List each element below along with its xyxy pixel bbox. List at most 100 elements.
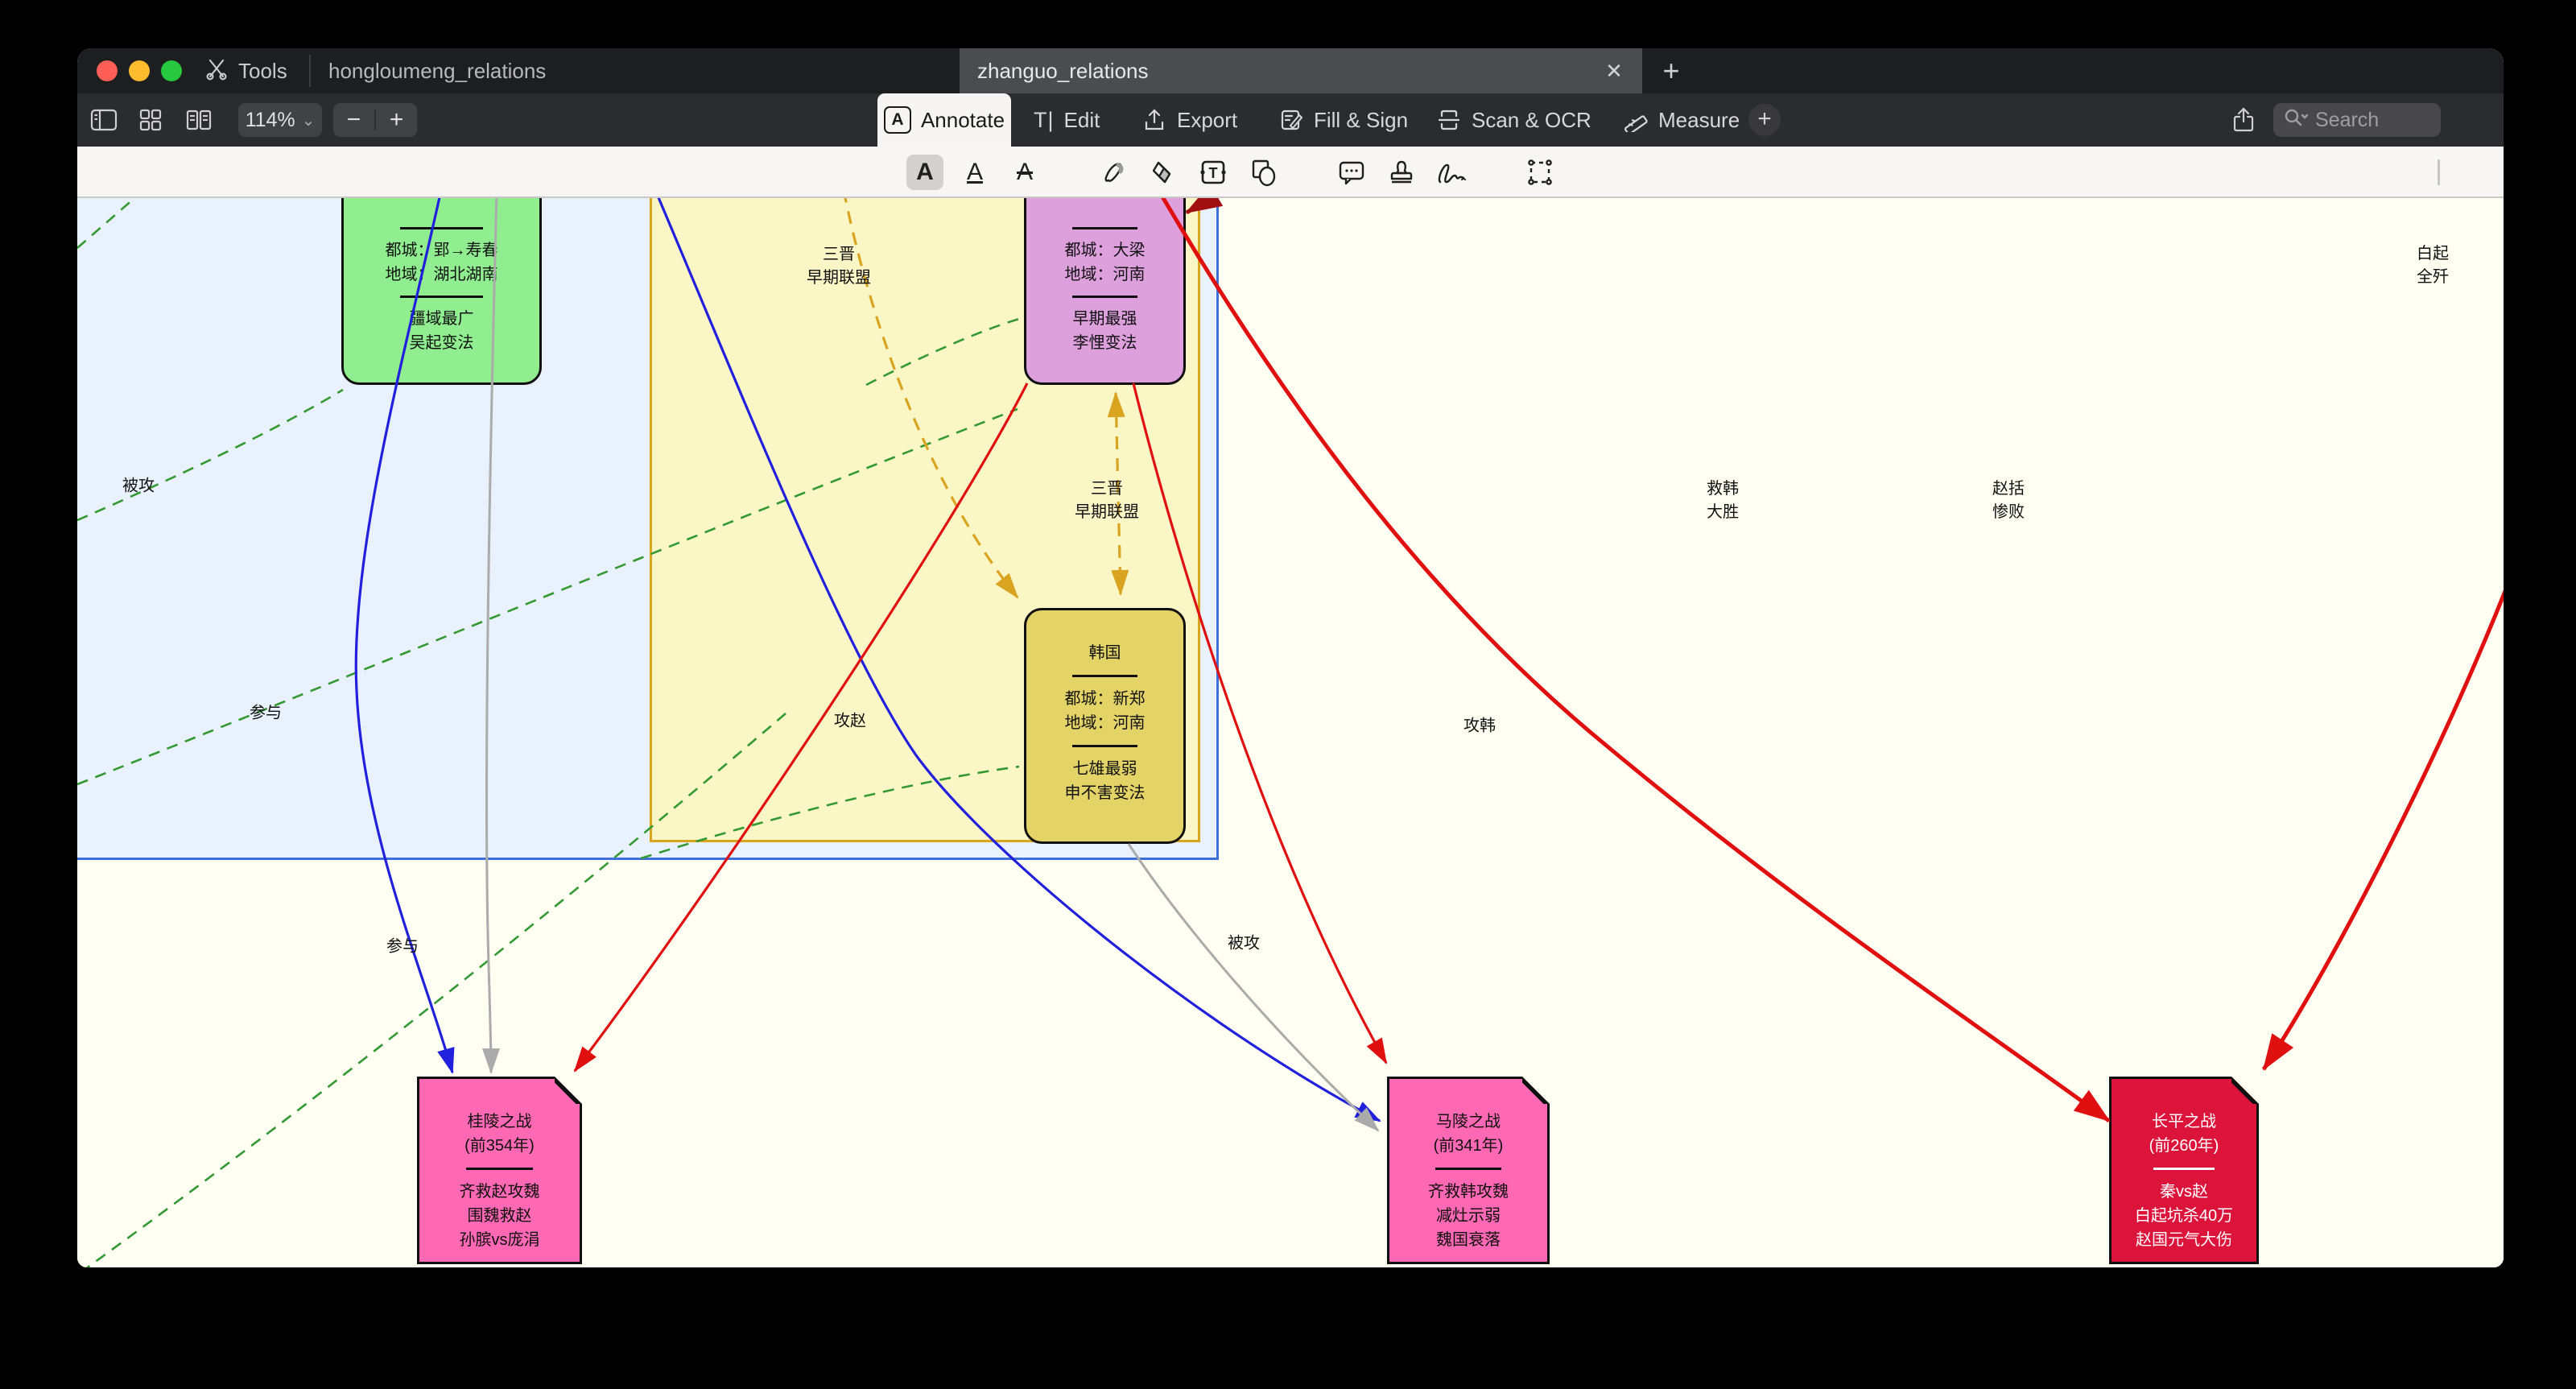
tab-zhanguo[interactable]: zhanguo_relations ✕	[960, 48, 1642, 93]
tab-fill-sign[interactable]: Fill & Sign	[1278, 93, 1408, 147]
main-toolbar: 114% ⌄ − + A Annotate T| Edit Export Fil…	[77, 93, 2504, 147]
new-tab-button[interactable]: +	[1653, 53, 1689, 89]
two-pages-view-button[interactable]	[184, 105, 214, 135]
signature-icon[interactable]	[1433, 155, 1470, 190]
node-divider	[400, 227, 483, 229]
node-year: (前260年)	[2149, 1137, 2219, 1155]
search-input[interactable]: Search	[2273, 103, 2441, 137]
zoom-level-select[interactable]: 114% ⌄	[238, 103, 322, 137]
node-year: (前341年)	[1433, 1137, 1504, 1155]
node-divider	[400, 296, 483, 298]
text-box-icon[interactable]: T	[1195, 155, 1232, 190]
share-button[interactable]	[2228, 105, 2259, 135]
document-canvas: 都城：郢→寿春 地域：湖北湖南 疆域最广 吴起变法 都城：大梁 地域：河南 早期…	[77, 198, 2504, 1267]
underline-button[interactable]: A	[956, 155, 993, 190]
node-row: 早期最强	[1072, 310, 1137, 328]
tab-bar: Tools hongloumeng_relations zhanguo_rela…	[77, 48, 2504, 93]
node-row: 都城：郢→寿春	[385, 242, 498, 259]
node-row: 地域：河南	[1064, 266, 1146, 283]
text-style-button[interactable]: A	[906, 155, 943, 190]
annotate-icon: A	[883, 106, 911, 134]
close-window-button[interactable]	[97, 60, 118, 81]
note-fold-corner	[2231, 1077, 2259, 1104]
node-divider	[1071, 227, 1138, 229]
tab-measure[interactable]: Measure	[1623, 93, 1740, 147]
node-row: 围魏救赵	[467, 1207, 532, 1225]
node-changping-battle: 长平之战 (前260年) 秦vs赵 白起坑杀40万 赵国元气大伤	[2109, 1077, 2259, 1264]
close-tab-icon[interactable]: ✕	[1600, 57, 1628, 85]
thumbnail-grid-button[interactable]	[135, 105, 166, 135]
strikethrough-button[interactable]: A	[1006, 155, 1043, 190]
node-maling-battle: 马陵之战 (前341年) 齐救韩攻魏 减灶示弱 魏国衰落	[1387, 1077, 1550, 1264]
node-row: 齐救赵攻魏	[459, 1183, 540, 1201]
tabbar-divider	[309, 55, 311, 87]
edge-red-thick	[1161, 198, 2504, 1123]
node-row: 都城：新郑	[1064, 690, 1146, 708]
tools-icon	[204, 56, 229, 86]
edge-label-beigong-bottom: 被攻	[1228, 934, 1260, 953]
eraser-icon[interactable]	[1145, 155, 1182, 190]
node-year: (前354年)	[464, 1137, 535, 1155]
node-row: 白起坑杀40万	[2134, 1207, 2234, 1225]
edge-label-sanjin-2: 三晋 早期联盟	[1075, 480, 1139, 521]
selection-icon[interactable]	[1521, 155, 1558, 190]
svg-text:T: T	[1209, 165, 1218, 181]
shapes-icon[interactable]	[1245, 155, 1282, 190]
scan-ocr-label: Scan & OCR	[1472, 107, 1591, 132]
tab-annotate[interactable]: A Annotate	[877, 93, 1011, 147]
stamp-icon[interactable]	[1383, 155, 1420, 190]
node-row: 吴起变法	[409, 334, 474, 352]
annotate-toolbar: A A A T	[77, 147, 2504, 198]
node-title: 长平之战	[2152, 1113, 2216, 1131]
zoom-out-button[interactable]: −	[333, 103, 374, 137]
node-row: 都城：大梁	[1064, 242, 1146, 259]
node-wei: 都城：大梁 地域：河南 早期最强 李悝变法	[1024, 198, 1186, 385]
zoom-in-button[interactable]: +	[376, 103, 417, 137]
tab-hongloumeng[interactable]: hongloumeng_relations	[314, 48, 972, 93]
node-row: 赵国元气大伤	[2136, 1231, 2232, 1249]
search-placeholder: Search	[2315, 108, 2380, 131]
measure-icon	[1623, 107, 1649, 133]
scan-ocr-icon	[1436, 107, 1462, 133]
note-icon[interactable]	[1333, 155, 1370, 190]
node-row: 秦vs赵	[2160, 1183, 2208, 1201]
node-divider	[1071, 296, 1138, 298]
node-row: 申不害变法	[1064, 784, 1146, 802]
preview-window: Tools hongloumeng_relations zhanguo_rela…	[77, 48, 2504, 1267]
chevron-down-icon: ⌄	[301, 111, 316, 130]
node-divider	[1071, 675, 1138, 677]
node-row: 减灶示弱	[1436, 1207, 1501, 1225]
node-row: 疆域最广	[409, 310, 474, 328]
edge-label-zhaokuo: 赵括 惨败	[1992, 480, 2025, 521]
node-row: 李悝变法	[1072, 334, 1137, 352]
highlighter-icon[interactable]	[1096, 155, 1133, 190]
zoom-stepper: − +	[333, 103, 417, 137]
node-row: 魏国衰落	[1436, 1231, 1501, 1249]
tab-label: hongloumeng_relations	[328, 58, 547, 83]
node-divider	[465, 1168, 534, 1170]
node-row: 齐救韩攻魏	[1428, 1183, 1509, 1201]
fill-sign-icon	[1278, 107, 1304, 133]
fill-sign-label: Fill & Sign	[1314, 107, 1409, 132]
measure-label: Measure	[1658, 107, 1740, 132]
note-fold-corner	[1522, 1077, 1550, 1104]
tools-menu-button[interactable]: Tools	[204, 48, 287, 93]
tab-label: zhanguo_relations	[977, 58, 1149, 83]
minimize-window-button[interactable]	[129, 60, 150, 81]
tab-export[interactable]: Export	[1141, 93, 1237, 147]
tab-edit[interactable]: T| Edit	[1034, 93, 1100, 147]
fullscreen-window-button[interactable]	[161, 60, 182, 81]
edge-label-beigong-top: 被攻	[122, 477, 155, 495]
add-mode-button[interactable]: +	[1748, 104, 1781, 136]
node-row: 地域：湖北湖南	[385, 266, 498, 283]
note-fold-corner	[555, 1077, 582, 1104]
zoom-level-value: 114%	[245, 108, 295, 131]
node-guiling-battle: 桂陵之战 (前354年) 齐救赵攻魏 围魏救赵 孙膑vs庞涓	[417, 1077, 582, 1264]
search-icon	[2283, 107, 2309, 134]
sidebar-toggle-button[interactable]	[89, 105, 119, 135]
node-title: 桂陵之战	[467, 1113, 532, 1131]
node-title: 韩国	[1088, 644, 1121, 662]
tab-scan-ocr[interactable]: Scan & OCR	[1436, 93, 1591, 147]
node-han: 韩国 都城：新郑 地域：河南 七雄最弱 申不害变法	[1024, 608, 1186, 844]
tools-label: Tools	[238, 58, 287, 83]
